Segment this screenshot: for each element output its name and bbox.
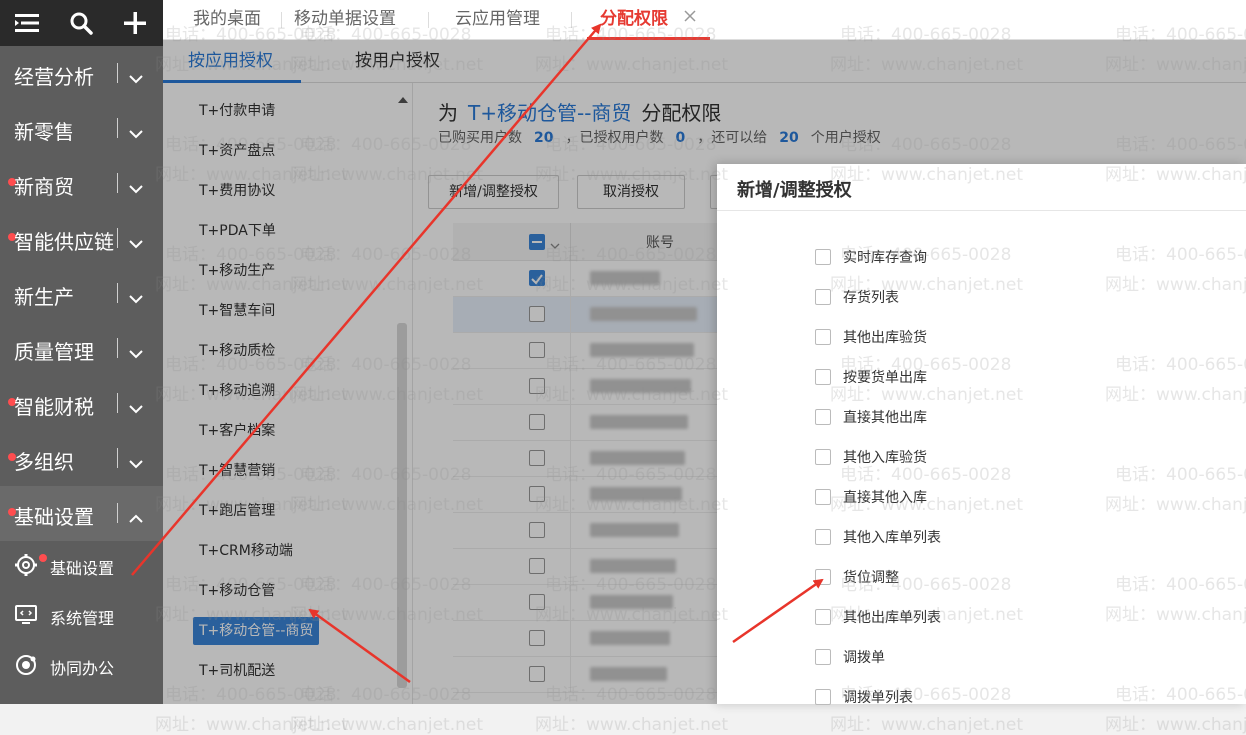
notification-dot <box>39 554 47 562</box>
dialog-header: 新增/调整授权 <box>717 164 1246 211</box>
permission-label: 直接其他出库 <box>843 410 927 426</box>
close-icon[interactable] <box>683 8 697 27</box>
permission-label: 存货列表 <box>843 290 899 306</box>
tab-divider <box>428 12 429 28</box>
permission-label: 按要货单出库 <box>843 370 927 386</box>
permission-checkbox[interactable] <box>815 569 831 585</box>
dialog-title: 新增/调整授权 <box>737 180 852 201</box>
sidebar-item-divider <box>117 63 118 83</box>
sidebar-subitem[interactable]: 基础设置 <box>0 541 163 591</box>
sidebar-item-divider <box>117 448 118 468</box>
permission-label: 其他入库验货 <box>843 450 927 466</box>
chevron-down-icon[interactable] <box>128 451 144 475</box>
sidebar-item-label: 新零售 <box>14 120 74 144</box>
permission-checkbox[interactable] <box>815 329 831 345</box>
tab-divider <box>571 12 572 28</box>
sidebar-item[interactable]: 基础设置 <box>0 486 163 541</box>
permission-checkbox[interactable] <box>815 609 831 625</box>
sidebar-item-label: 质量管理 <box>14 340 94 364</box>
sidebar-item-divider <box>117 338 118 358</box>
chevron-down-icon[interactable] <box>128 121 144 145</box>
permission-checkbox[interactable] <box>815 529 831 545</box>
auth-dialog: 新增/调整授权 实时库存查询 存货列表其他出库验货 按要货单出库 直接其他出库 其他入库… <box>717 164 1246 706</box>
permission-label: 货位调整 <box>843 570 899 586</box>
sidebar-item-divider <box>117 173 118 193</box>
permission-checkbox[interactable] <box>815 489 831 505</box>
sidebar-item-label: 智能供应链 <box>14 230 114 254</box>
tab-desktop[interactable]: 我的桌面 <box>193 0 261 40</box>
sidebar-item[interactable]: 质量管理 <box>0 321 163 376</box>
sidebar-item-label: 新商贸 <box>14 175 74 199</box>
tab-cloud-app-mgmt[interactable]: 云应用管理 <box>455 0 540 40</box>
sidebar-item[interactable]: 新生产 <box>0 266 163 321</box>
sidebar-subitem-label: 基础设置 <box>50 559 115 578</box>
tab-assign-permission-label: 分配权限 <box>600 9 668 29</box>
sidebar-item[interactable]: 多组织 <box>0 431 163 486</box>
permission-checkbox[interactable] <box>815 289 831 305</box>
chevron-down-icon[interactable] <box>128 341 144 365</box>
sidebar-item-divider <box>117 283 118 303</box>
watermark-site: 网址：www.chanjet.net <box>830 715 1024 735</box>
sidebar-item[interactable]: 新商贸 <box>0 156 163 211</box>
sidebar: 经营分析新零售新商贸智能供应链新生产质量管理智能财税多组织基础设置 基础设置系统… <box>0 0 163 704</box>
sidebar-item-label: 基础设置 <box>14 505 94 529</box>
sidebar-item-label: 经营分析 <box>14 65 94 89</box>
sidebar-item-label: 多组织 <box>14 450 74 474</box>
permission-label: 其他入库单列表 <box>843 530 941 546</box>
permission-label: 其他出库验货 <box>843 330 927 346</box>
watermark-site: 网址：www.chanjet.net <box>290 715 484 735</box>
chevron-down-icon[interactable] <box>128 396 144 420</box>
permission-label: 直接其他入库 <box>843 490 927 506</box>
permission-label: 调拨单 <box>843 650 885 666</box>
chevron-down-icon[interactable] <box>128 231 144 255</box>
chevron-down-icon[interactable] <box>128 286 144 310</box>
sidebar-subitem-label: 系统管理 <box>50 609 115 628</box>
permission-label: 调拨单列表 <box>843 690 913 706</box>
watermark-site: 网址：www.chanjet.net <box>155 715 349 735</box>
chevron-down-icon[interactable] <box>128 66 144 90</box>
gear-icon <box>14 553 38 581</box>
search-icon[interactable] <box>54 0 108 46</box>
permission-checkbox[interactable] <box>815 649 831 665</box>
tab-mobile-doc-settings[interactable]: 移动单据设置 <box>294 0 396 40</box>
permission-checkbox[interactable] <box>815 369 831 385</box>
permission-checkbox[interactable] <box>815 449 831 465</box>
monitor-icon <box>14 603 38 631</box>
chevron-up-icon[interactable] <box>128 506 144 530</box>
permission-label: 实时库存查询 <box>843 250 927 266</box>
sidebar-item-divider <box>117 228 118 248</box>
permission-checkbox[interactable] <box>815 409 831 425</box>
sidebar-item-divider <box>117 393 118 413</box>
sidebar-item[interactable]: 智能财税 <box>0 376 163 431</box>
sidebar-subitem[interactable]: 协同办公 <box>0 641 163 691</box>
watermark-site: 网址：www.chanjet.net <box>535 715 729 735</box>
sidebar-item[interactable]: 新零售 <box>0 101 163 156</box>
sidebar-item[interactable]: 智能供应链 <box>0 211 163 266</box>
plus-icon[interactable] <box>108 0 162 46</box>
sidebar-item-divider <box>117 503 118 523</box>
sidebar-item-label: 新生产 <box>14 285 74 309</box>
sidebar-item[interactable]: 经营分析 <box>0 46 163 101</box>
sidebar-item-label: 智能财税 <box>14 395 94 419</box>
chevron-down-icon[interactable] <box>128 176 144 200</box>
watermark-site: 网址：www.chanjet.net <box>1105 715 1246 735</box>
tab-divider <box>281 12 282 28</box>
sidebar-toolbar <box>0 0 163 46</box>
permission-label: 其他出库单列表 <box>843 610 941 626</box>
sidebar-subitem-label: 协同办公 <box>50 659 115 678</box>
menu-icon[interactable] <box>0 0 54 46</box>
permission-checkbox[interactable] <box>815 689 831 705</box>
sync-icon <box>14 653 38 681</box>
permission-checkbox[interactable] <box>815 249 831 265</box>
tab-bar: 我的桌面 移动单据设置 云应用管理 分配权限 <box>163 0 1246 40</box>
sidebar-item-divider <box>117 118 118 138</box>
sidebar-subitem[interactable]: 系统管理 <box>0 591 163 641</box>
